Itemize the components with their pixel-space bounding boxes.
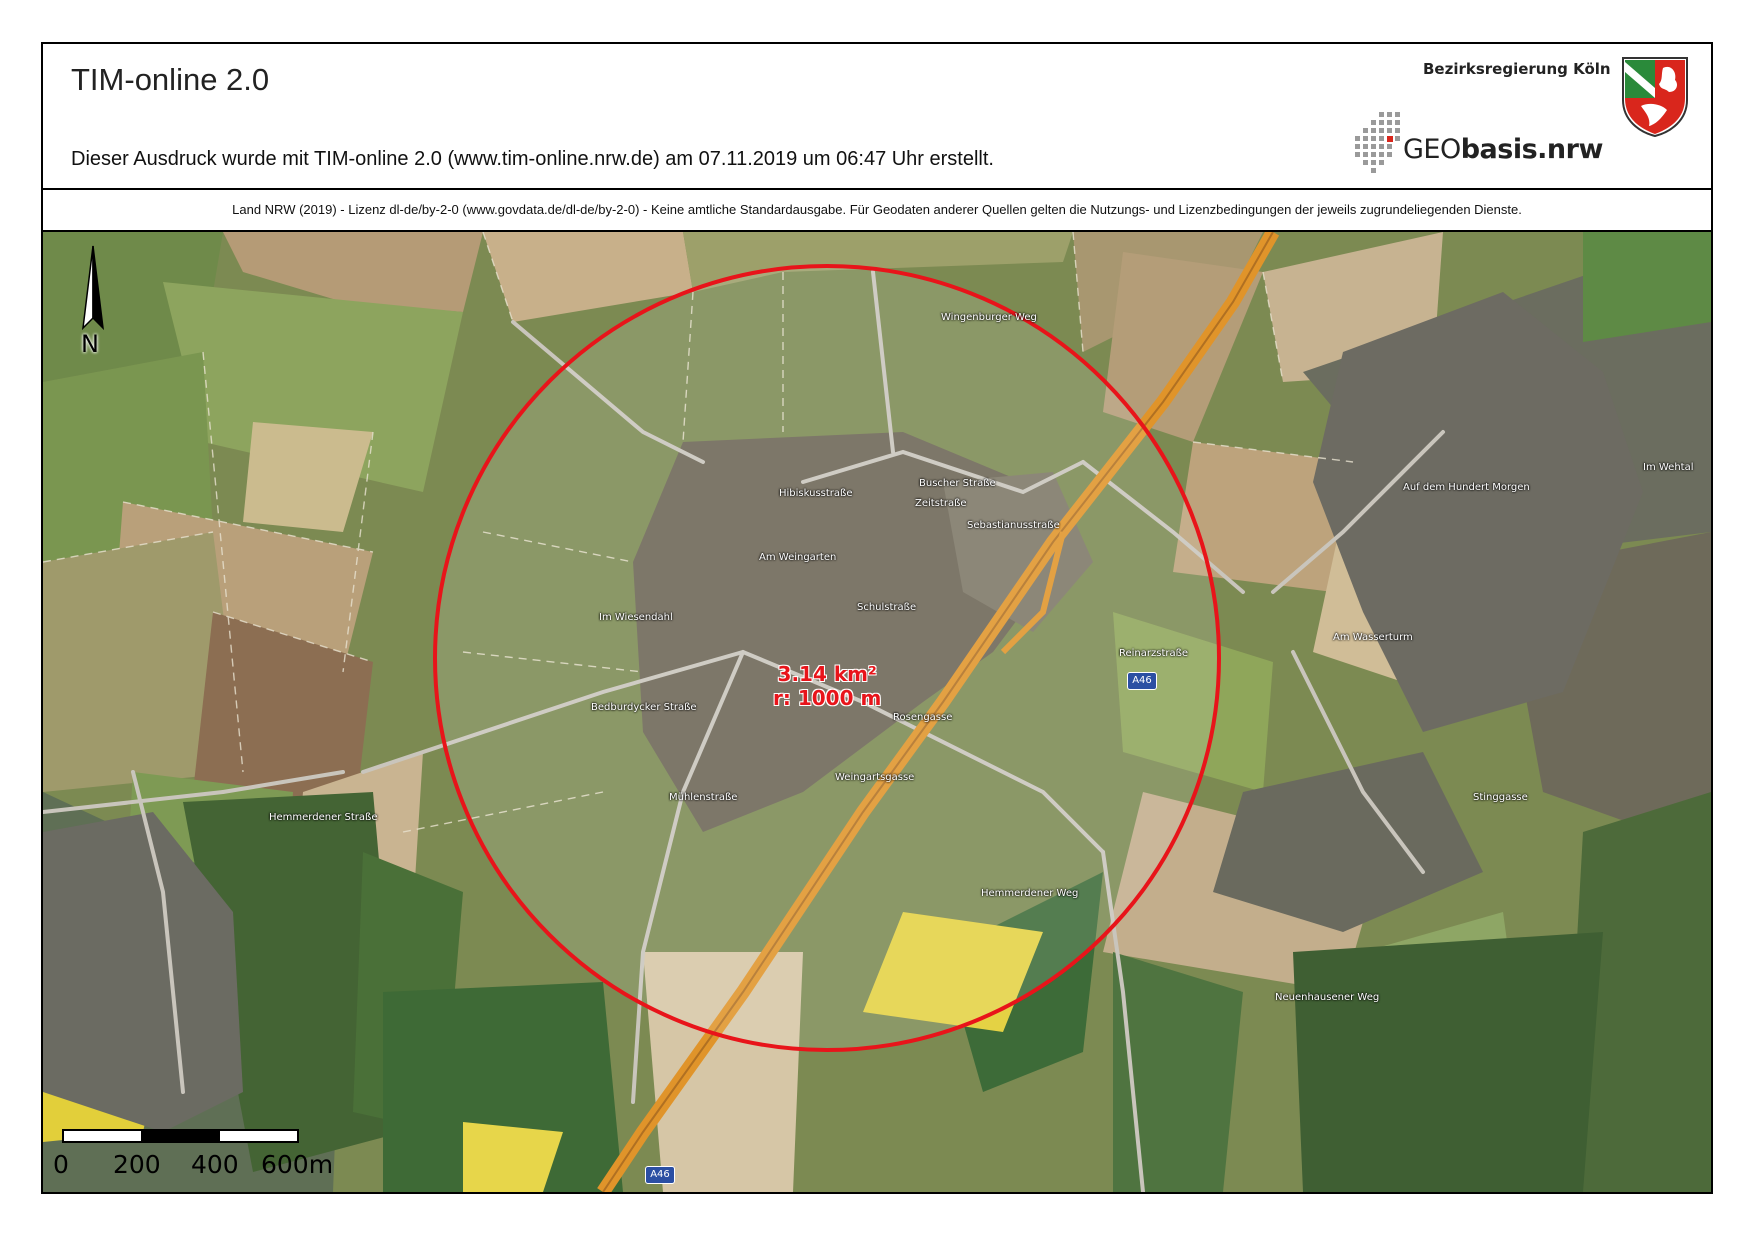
street-label: Im Wiesendahl: [599, 612, 673, 623]
scale-bar-labels: 0 200 400 600m: [53, 1150, 353, 1180]
scale-label: 600m: [261, 1150, 334, 1179]
street-label: Rosengasse: [893, 712, 953, 723]
street-label: Auf dem Hundert Morgen: [1403, 482, 1530, 493]
street-label: Bedburdycker Straße: [591, 702, 697, 713]
geobasis-logo: GEObasis.nrw: [1349, 106, 1609, 184]
street-label: Hibiskusstraße: [779, 488, 853, 499]
street-label: Wingenburger Weg: [941, 312, 1037, 323]
street-label: Buscher Straße: [919, 478, 996, 489]
street-label: Sebastianusstraße: [967, 520, 1060, 531]
motorway-shield: A46: [1127, 672, 1157, 690]
street-label: Hemmerdener Straße: [269, 812, 378, 823]
area-label: 3.14 km²: [777, 662, 877, 686]
radius-label: r: 1000 m: [773, 686, 882, 710]
aerial-map[interactable]: N 3.14 km² r: 1000 m A46 A46 Hibiskusstr…: [43, 232, 1711, 1192]
street-label: Im Wehtal: [1643, 462, 1694, 473]
north-label: N: [81, 330, 99, 358]
street-label: Mühlenstraße: [669, 792, 738, 803]
aerial-imagery: [43, 232, 1711, 1192]
scale-bar: [62, 1129, 299, 1143]
scale-label: 0: [53, 1150, 69, 1179]
nrw-coat-of-arms-icon: [1619, 54, 1691, 138]
authority-name: Bezirksregierung Köln: [1423, 60, 1611, 78]
street-label: Hemmerdener Weg: [981, 888, 1079, 899]
street-label: Neuenhausener Weg: [1275, 992, 1380, 1003]
street-label: Weingartsgasse: [835, 772, 915, 783]
street-label: Stinggasse: [1473, 792, 1528, 803]
print-info: Dieser Ausdruck wurde mit TIM-online 2.0…: [71, 148, 994, 170]
license-notice: Land NRW (2019) - Lizenz dl-de/by-2-0 (w…: [43, 190, 1711, 232]
street-label: Schulstraße: [857, 602, 917, 613]
page-title: TIM-online 2.0: [71, 62, 270, 97]
print-header: TIM-online 2.0 Dieser Ausdruck wurde mit…: [43, 44, 1711, 190]
street-label: Am Weingarten: [759, 552, 837, 563]
geobasis-wordmark: GEObasis.nrw: [1403, 134, 1603, 165]
measurement-label: 3.14 km² r: 1000 m: [773, 662, 881, 710]
street-label: Reinarzstraße: [1119, 648, 1189, 659]
geobasis-dots-icon: [1355, 112, 1400, 173]
street-label: Zeitstraße: [915, 498, 967, 509]
scale-label: 200: [113, 1150, 161, 1179]
scale-label: 400: [191, 1150, 239, 1179]
print-frame: TIM-online 2.0 Dieser Ausdruck wurde mit…: [41, 42, 1713, 1194]
motorway-shield: A46: [645, 1166, 675, 1184]
street-label: Am Wasserturm: [1333, 632, 1413, 643]
